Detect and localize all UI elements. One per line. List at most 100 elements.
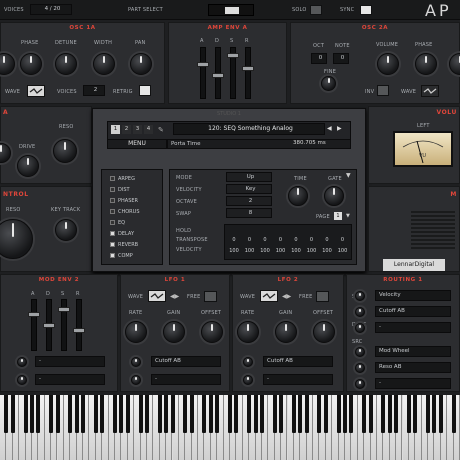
black-key[interactable] [29, 395, 34, 433]
routing-slot[interactable]: Cutoff AB [375, 306, 451, 317]
fader-cap[interactable] [242, 66, 254, 71]
fx-item-reverb[interactable]: REVERB [110, 242, 138, 248]
black-key[interactable] [202, 395, 207, 433]
black-key[interactable] [208, 395, 213, 433]
fader-2[interactable] [227, 47, 239, 99]
osc1a-detune-knob[interactable] [55, 53, 77, 75]
fader-cap[interactable] [43, 323, 55, 328]
routing-slot[interactable]: Mod Wheel [375, 346, 451, 357]
transpose-step[interactable]: 0 [306, 237, 318, 243]
fader-0[interactable] [197, 47, 209, 99]
studio-tab-2[interactable]: 2 [122, 125, 131, 134]
arp-page-chevron-icon[interactable]: ▼ [346, 213, 350, 219]
transpose-step[interactable]: 0 [290, 237, 302, 243]
transpose-step[interactable]: 0 [321, 237, 333, 243]
routing-knob[interactable] [355, 363, 365, 373]
black-key[interactable] [362, 395, 367, 433]
black-key[interactable] [394, 395, 399, 433]
black-key[interactable] [170, 395, 175, 433]
transpose-step[interactable]: 0 [259, 237, 271, 243]
routing-knob[interactable] [355, 323, 365, 333]
arp-swap-field[interactable]: 8 [226, 208, 272, 218]
black-key[interactable] [125, 395, 130, 433]
black-key[interactable] [406, 395, 411, 433]
velocity-step[interactable]: 100 [337, 248, 349, 254]
fader-1[interactable] [43, 299, 55, 351]
arp-mode-field[interactable]: Up [226, 172, 272, 182]
fx-toggle[interactable] [110, 209, 115, 214]
osc1a-voices-field[interactable]: 2 [83, 85, 105, 96]
lfo1-dest2-field[interactable]: - [151, 374, 221, 385]
lfo2-dest1-knob[interactable] [243, 357, 253, 367]
arp-octave-field[interactable]: 2 [226, 196, 272, 206]
arp-velocity-field[interactable]: Key [226, 184, 272, 194]
fx-item-comp[interactable]: COMP [110, 253, 133, 259]
black-key[interactable] [93, 395, 98, 433]
black-key[interactable] [23, 395, 28, 433]
black-key[interactable] [451, 395, 456, 433]
black-key[interactable] [100, 395, 105, 433]
black-key[interactable] [49, 395, 54, 433]
black-key[interactable] [36, 395, 41, 433]
part-select-control[interactable] [208, 4, 254, 16]
fader-cap[interactable] [58, 307, 70, 312]
filter-reso-knob[interactable] [53, 139, 77, 163]
black-key[interactable] [157, 395, 162, 433]
velocity-step[interactable]: 100 [228, 248, 240, 254]
fader-1[interactable] [212, 47, 224, 99]
osc2a-oct-field[interactable]: 0 [311, 53, 327, 64]
black-key[interactable] [298, 395, 303, 433]
transpose-step[interactable]: 0 [244, 237, 256, 243]
arp-step-grid[interactable]: 0 0 0 0 0 0 0 0 100 100 100 100 100 100 100 100 [224, 224, 352, 260]
menu-button[interactable]: MENU [107, 139, 167, 149]
black-key[interactable] [368, 395, 373, 433]
velocity-step[interactable]: 100 [259, 248, 271, 254]
lfo2-dest2-field[interactable]: - [263, 374, 333, 385]
arp-gate-knob[interactable] [324, 186, 344, 206]
velocity-step[interactable]: 100 [290, 248, 302, 254]
arp-time-knob[interactable] [288, 186, 308, 206]
fader-2[interactable] [58, 299, 70, 351]
black-key[interactable] [81, 395, 86, 433]
routing-slot[interactable]: Reso AB [375, 362, 451, 373]
control-big-knob[interactable] [0, 219, 33, 259]
black-key[interactable] [304, 395, 309, 433]
fx-item-dist[interactable]: DIST [110, 187, 130, 193]
black-key[interactable] [291, 395, 296, 433]
lfo2-rate-knob[interactable] [237, 321, 259, 343]
lfo1-rate-knob[interactable] [125, 321, 147, 343]
osc2a-extra-knob[interactable] [449, 53, 460, 75]
fader-cap[interactable] [28, 312, 40, 317]
mod-env2-dest1-knob[interactable] [17, 357, 27, 367]
black-key[interactable] [343, 395, 347, 433]
routing-slot[interactable]: Velocity [375, 290, 451, 301]
lfo1-wave-arrow-icon[interactable]: ◀▶ [170, 293, 179, 300]
fx-toggle[interactable] [110, 253, 115, 258]
lfo1-dest1-knob[interactable] [131, 357, 141, 367]
black-key[interactable] [228, 395, 232, 433]
black-key[interactable] [253, 395, 258, 433]
velocity-step[interactable]: 100 [275, 248, 287, 254]
fx-toggle[interactable] [110, 198, 115, 203]
fx-item-arpeg[interactable]: ARPEG [110, 176, 135, 182]
sync-button[interactable] [360, 5, 372, 15]
black-key[interactable] [336, 395, 341, 433]
fader-0[interactable] [28, 299, 40, 351]
piano-keyboard[interactable] [0, 395, 460, 460]
black-key[interactable] [317, 395, 322, 433]
keytrack-knob[interactable] [55, 219, 77, 241]
black-key[interactable] [138, 395, 143, 433]
fader-3[interactable] [242, 47, 254, 99]
filter-drive-knob[interactable] [17, 155, 39, 177]
routing-knob[interactable] [355, 379, 365, 389]
solo-button[interactable] [310, 5, 322, 15]
black-key[interactable] [68, 395, 73, 433]
black-key[interactable] [381, 395, 386, 433]
part-a-button[interactable] [225, 7, 239, 14]
lfo2-offset-knob[interactable] [313, 321, 335, 343]
studio-tab-4[interactable]: 4 [144, 125, 153, 134]
velocity-step[interactable]: 100 [306, 248, 318, 254]
black-key[interactable] [323, 395, 328, 433]
fader-cap[interactable] [212, 73, 224, 78]
osc1a-pan-knob[interactable] [130, 53, 152, 75]
